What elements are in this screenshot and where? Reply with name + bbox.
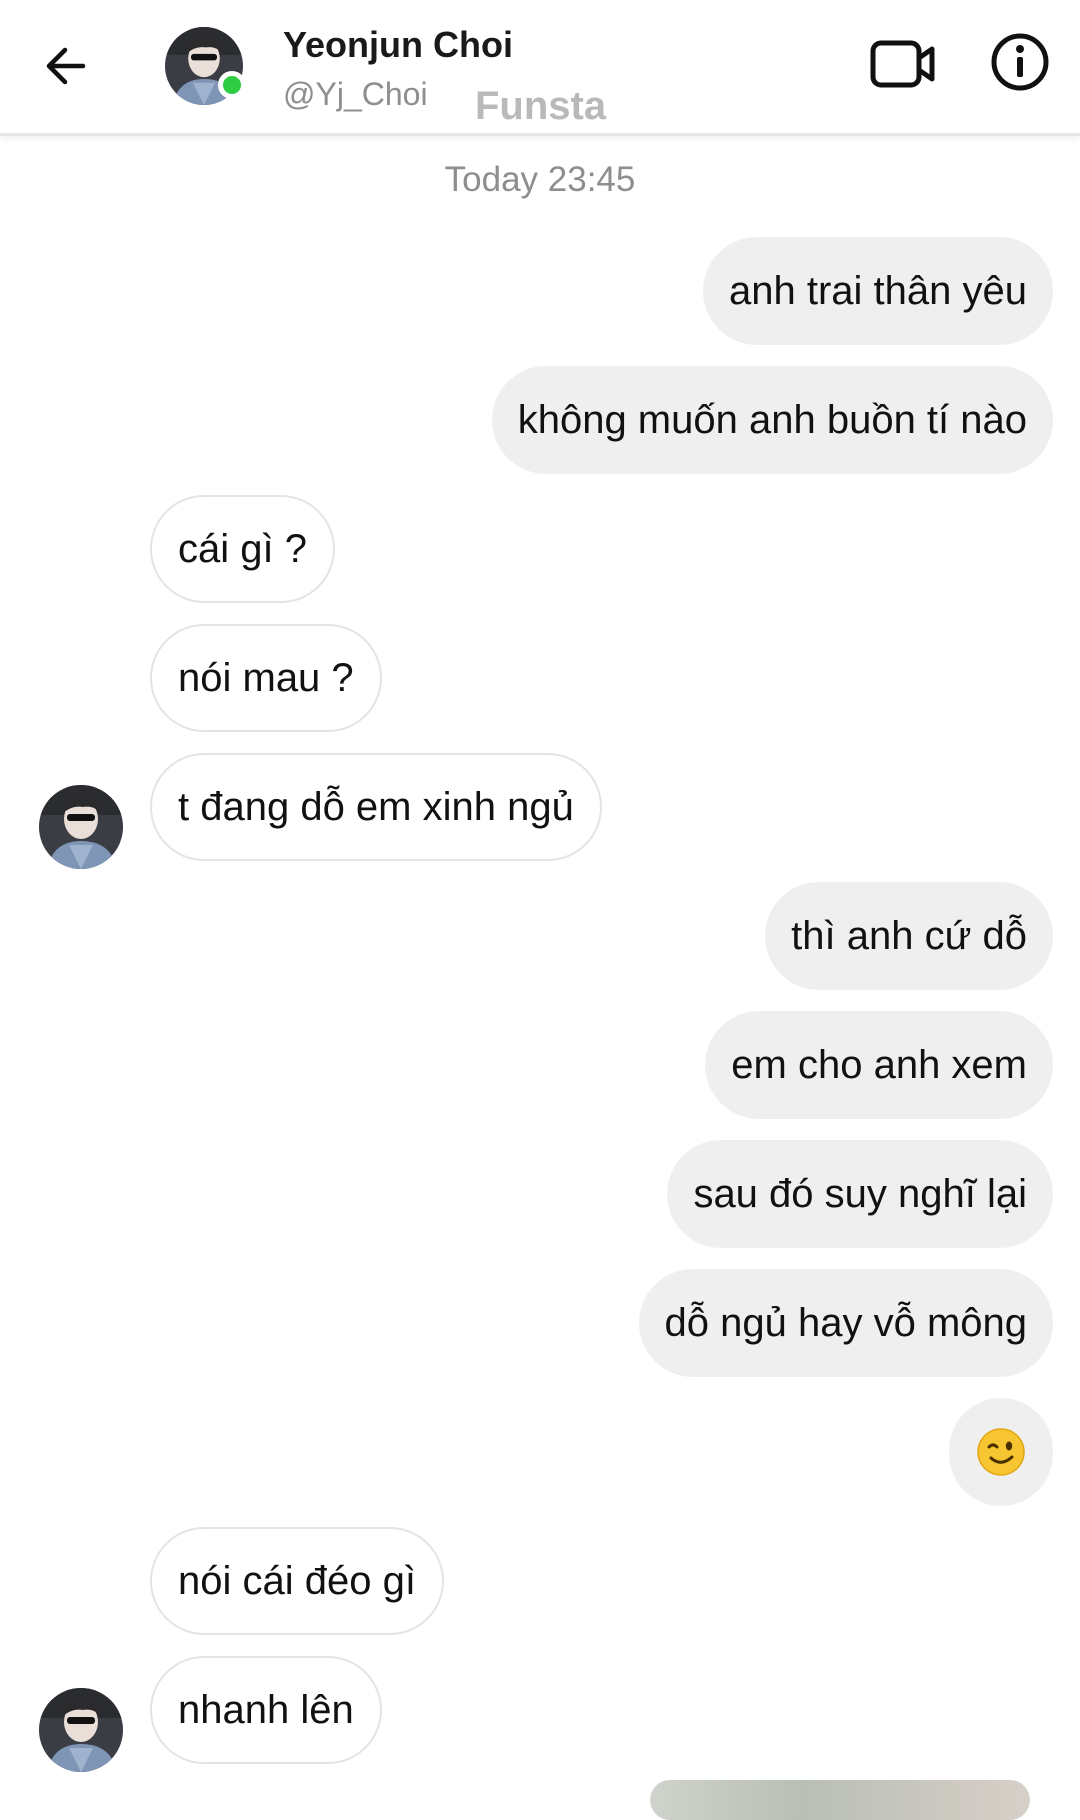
watermark-label: Funsta (475, 84, 607, 128)
chat-header: Yeonjun Choi @Yj_Choi Funsta (0, 0, 1080, 136)
avatar-image (39, 785, 123, 869)
incoming-message[interactable]: nói cái đéo gì (150, 1527, 444, 1635)
outgoing-emoji-message[interactable] (949, 1398, 1053, 1506)
outgoing-message[interactable]: anh trai thân yêu (703, 237, 1053, 345)
info-button[interactable] (990, 32, 1050, 92)
online-status-indicator (218, 71, 246, 99)
outgoing-message[interactable]: dỗ ngủ hay vỗ mông (638, 1269, 1053, 1377)
incoming-message[interactable]: nói mau ? (150, 624, 382, 732)
back-button[interactable] (36, 36, 96, 96)
contact-handle: @Yj_Choi (283, 76, 428, 112)
info-icon (991, 33, 1049, 91)
video-call-button[interactable] (868, 34, 938, 94)
incoming-message[interactable]: nhanh lên (150, 1656, 382, 1764)
sender-avatar[interactable] (39, 785, 123, 869)
outgoing-message[interactable]: sau đó suy nghĩ lại (667, 1140, 1053, 1248)
back-arrow-icon (46, 47, 86, 85)
shared-image-preview[interactable] (650, 1780, 1030, 1820)
incoming-message[interactable]: cái gì ? (150, 495, 335, 603)
outgoing-message[interactable]: thì anh cứ dỗ (765, 882, 1053, 990)
video-call-icon (870, 40, 935, 88)
winking-face-emoji (977, 1428, 1025, 1476)
conversation-timestamp: Today 23:45 (444, 160, 636, 199)
outgoing-message[interactable]: em cho anh xem (705, 1011, 1053, 1119)
contact-avatar[interactable] (165, 27, 246, 105)
avatar-image (39, 1688, 123, 1772)
outgoing-message[interactable]: không muốn anh buồn tí nào (491, 366, 1053, 474)
contact-name[interactable]: Yeonjun Choi (283, 24, 513, 66)
incoming-message[interactable]: t đang dỗ em xinh ngủ (150, 753, 602, 861)
sender-avatar[interactable] (39, 1688, 123, 1772)
